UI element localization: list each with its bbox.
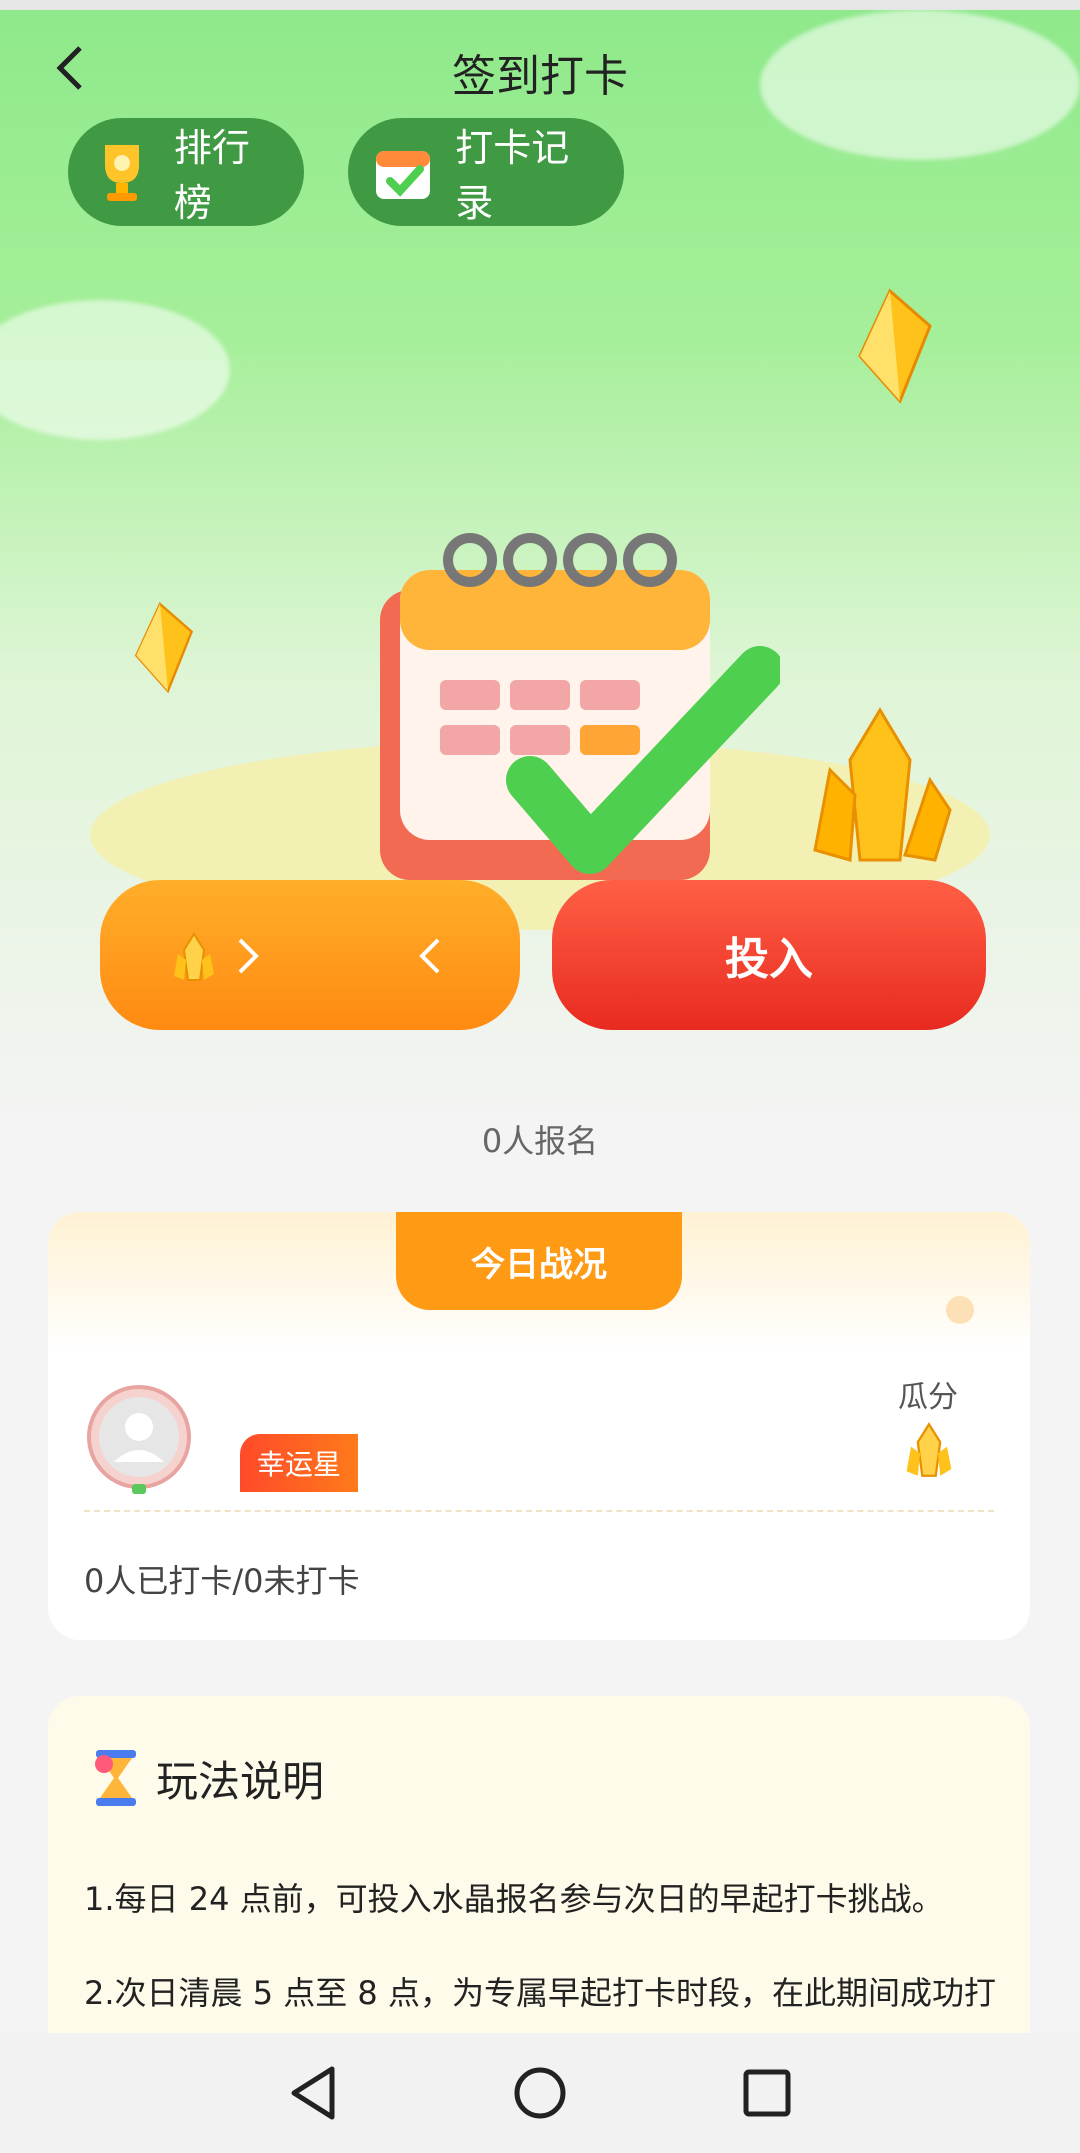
page-title: 签到打卡: [452, 51, 628, 102]
rule-item: 2.次日清晨 5 点至 8 点，为专属早起打卡时段，在此期间成功打: [84, 1974, 996, 2012]
crystal-icon: [858, 288, 932, 404]
chevron-right-icon[interactable]: [236, 936, 260, 976]
trophy-icon: [84, 132, 160, 212]
checkin-records-button[interactable]: 打卡记录: [348, 118, 624, 226]
decorative-dot: [946, 1296, 974, 1324]
top-bar: 签到打卡: [0, 30, 1080, 110]
leaderboard-label: 排行榜: [173, 126, 250, 225]
system-nav-bar: [0, 2033, 1080, 2153]
status-bar: [0, 0, 1080, 10]
divider: [84, 1510, 994, 1512]
lucky-star-badge: 幸运星: [240, 1434, 358, 1492]
crystal-selector-content: [100, 880, 520, 1030]
calendar-icon: [364, 132, 441, 212]
cloud-decoration: [0, 300, 230, 440]
crystal-icon: [134, 602, 194, 694]
rule-item: 1.每日 24 点前，可投入水晶报名参与次日的早起打卡挑战。: [84, 1880, 944, 1918]
crystal-icon: [174, 932, 214, 981]
avatar[interactable]: [84, 1382, 194, 1502]
triangle-back-icon: [291, 2066, 335, 2120]
rules-title: 玩法说明: [156, 1757, 325, 1806]
today-status-card: 今日战况 幸运星 瓜分 0人已打卡/0未打卡: [48, 1212, 1030, 1640]
nav-recents-button[interactable]: [727, 2053, 807, 2133]
crystal-cluster-icon: [813, 707, 952, 862]
today-status-tab: 今日战况: [396, 1212, 682, 1310]
square-recents-icon: [743, 2069, 791, 2117]
nav-back-button[interactable]: [273, 2053, 353, 2133]
leaderboard-button[interactable]: 排行榜: [68, 118, 304, 226]
invest-label: 投入: [725, 934, 813, 985]
crystal-amount-selector[interactable]: [100, 880, 520, 1060]
hourglass-icon: [95, 1750, 136, 1806]
signup-count: 0人报名: [481, 1122, 599, 1160]
calendar-check-illustration: [380, 533, 780, 880]
checkin-records-label: 打卡记录: [455, 126, 570, 225]
crystal-icon: [906, 1422, 952, 1477]
share-label: 瓜分: [898, 1380, 958, 1415]
chevron-left-icon[interactable]: [418, 936, 442, 976]
checkin-stats: 0人已打卡/0未打卡: [84, 1562, 360, 1600]
circle-home-icon: [514, 2067, 566, 2119]
invest-button[interactable]: 投入: [552, 880, 986, 1060]
nav-home-button[interactable]: [500, 2053, 580, 2133]
